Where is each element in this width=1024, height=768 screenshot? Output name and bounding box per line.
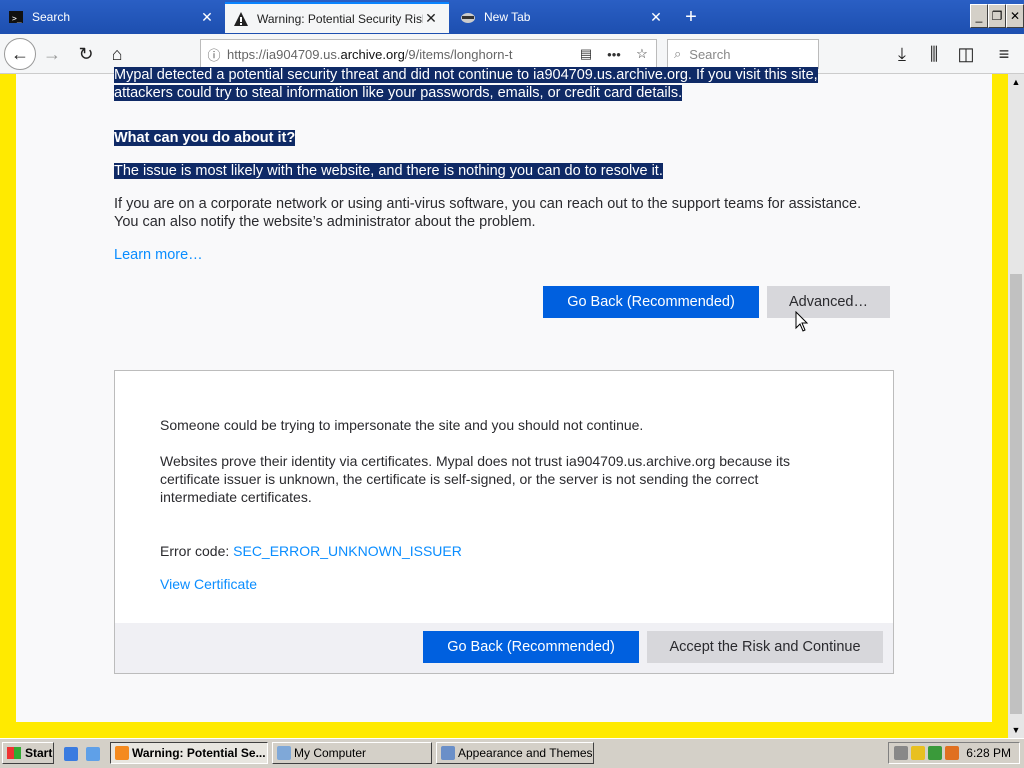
what-can-you-do-heading: What can you do about it? xyxy=(114,130,296,146)
svg-text:>_: >_ xyxy=(12,14,22,23)
intro-text: Mypal detected a potential security thre… xyxy=(114,67,818,101)
url-bar[interactable]: ⓘ https://ia904709.us.archive.org/9/item… xyxy=(200,39,657,69)
page-actions-icon[interactable]: ••• xyxy=(600,47,628,62)
advanced-panel: Someone could be trying to impersonate t… xyxy=(114,370,894,674)
go-back-button[interactable]: Go Back (Recommended) xyxy=(543,286,759,318)
learn-more-link[interactable]: Learn more… xyxy=(114,246,203,264)
impersonate-text: Someone could be trying to impersonate t… xyxy=(160,417,644,433)
tab-label: Warning: Potential Security Risk Ahead xyxy=(257,11,423,26)
tab-label: Search xyxy=(32,10,71,24)
close-icon[interactable]: ✕ xyxy=(648,9,664,26)
scrollbar-thumb[interactable] xyxy=(1010,274,1022,714)
accept-risk-button[interactable]: Accept the Risk and Continue xyxy=(647,631,883,663)
minimize-button[interactable]: _ xyxy=(970,4,988,28)
start-button[interactable]: Start xyxy=(2,742,54,764)
mouse-pointer-icon xyxy=(795,311,809,332)
issue-text: The issue is most likely with the websit… xyxy=(114,163,663,179)
view-certificate-link[interactable]: View Certificate xyxy=(160,575,257,593)
corporate-network-text: If you are on a corporate network or usi… xyxy=(114,196,862,230)
clock[interactable]: 6:28 PM xyxy=(966,746,1011,760)
scroll-up-icon[interactable]: ▲ xyxy=(1008,74,1024,90)
security-shield-icon[interactable] xyxy=(911,746,926,760)
tab-new-tab[interactable]: New Tab ✕ xyxy=(452,3,674,31)
search-icon: ⌕ xyxy=(674,46,682,61)
forward-arrow-icon[interactable]: → xyxy=(38,40,66,68)
tab-search[interactable]: >_ Search ✕ xyxy=(0,3,225,31)
appearance-icon xyxy=(441,746,455,760)
go-back-button[interactable]: Go Back (Recommended) xyxy=(423,631,639,663)
sidebar-icon[interactable]: ◫ xyxy=(952,40,980,68)
close-icon[interactable]: ✕ xyxy=(423,10,439,27)
advanced-panel-footer: Go Back (Recommended) Accept the Risk an… xyxy=(115,623,893,673)
back-arrow-icon[interactable]: ← xyxy=(4,38,36,70)
terminal-icon: >_ xyxy=(8,9,24,25)
taskbar-item-my-computer[interactable]: My Computer xyxy=(272,742,432,764)
menu-icon[interactable]: ≡ xyxy=(990,40,1018,68)
tab-label: New Tab xyxy=(484,10,531,24)
download-icon[interactable]: ⤓ xyxy=(888,40,916,68)
content-viewport: Mypal detected a potential security thre… xyxy=(0,67,1008,738)
info-icon[interactable]: ⓘ xyxy=(201,45,227,64)
taskbar-item-appearance[interactable]: Appearance and Themes xyxy=(436,742,594,764)
close-icon[interactable]: ✕ xyxy=(199,9,215,26)
taskbar-item-browser[interactable]: Warning: Potential Se... xyxy=(110,742,268,764)
error-page: Mypal detected a potential security thre… xyxy=(16,67,992,722)
error-code-link[interactable]: SEC_ERROR_UNKNOWN_ISSUER xyxy=(233,543,462,559)
windows-logo-icon xyxy=(7,747,21,759)
browser-icon xyxy=(115,746,129,760)
search-input[interactable]: ⌕ Search xyxy=(667,39,819,69)
warning-icon xyxy=(233,11,249,27)
window-close-button[interactable]: ✕ xyxy=(1006,4,1024,28)
vertical-scrollbar[interactable]: ▲ ▼ xyxy=(1008,74,1024,738)
reload-icon[interactable]: ↻ xyxy=(72,40,100,68)
certificate-explanation: Websites prove their identity via certif… xyxy=(160,453,791,505)
tab-strip: >_ Search ✕ Warning: Potential Security … xyxy=(0,0,1024,34)
scroll-down-icon[interactable]: ▼ xyxy=(1008,722,1024,738)
reader-view-icon[interactable]: ▤ xyxy=(572,46,600,62)
restore-button[interactable]: ❐ xyxy=(988,4,1006,28)
windows-taskbar: Start Warning: Potential Se... My Comput… xyxy=(0,738,1024,768)
library-icon[interactable]: ⫼ xyxy=(920,40,948,68)
tray-app-icon[interactable] xyxy=(894,746,909,760)
error-code-line: Error code: SEC_ERROR_UNKNOWN_ISSUER xyxy=(160,543,462,559)
home-icon[interactable]: ⌂ xyxy=(103,40,131,68)
computer-icon xyxy=(277,746,291,760)
raccoon-icon xyxy=(460,9,476,25)
internet-explorer-icon[interactable] xyxy=(64,747,78,761)
tab-security-warning[interactable]: Warning: Potential Security Risk Ahead ✕ xyxy=(225,2,449,33)
search-tray-icon[interactable] xyxy=(945,746,960,760)
system-tray: 6:28 PM xyxy=(888,742,1020,764)
url-text[interactable]: https://ia904709.us.archive.org/9/items/… xyxy=(227,47,572,62)
show-desktop-icon[interactable] xyxy=(86,747,100,761)
new-tab-plus-icon[interactable]: + xyxy=(680,6,702,29)
advanced-button[interactable]: Advanced… xyxy=(767,286,890,318)
bookmark-star-icon[interactable]: ☆ xyxy=(628,46,656,62)
network-icon[interactable] xyxy=(928,746,943,760)
